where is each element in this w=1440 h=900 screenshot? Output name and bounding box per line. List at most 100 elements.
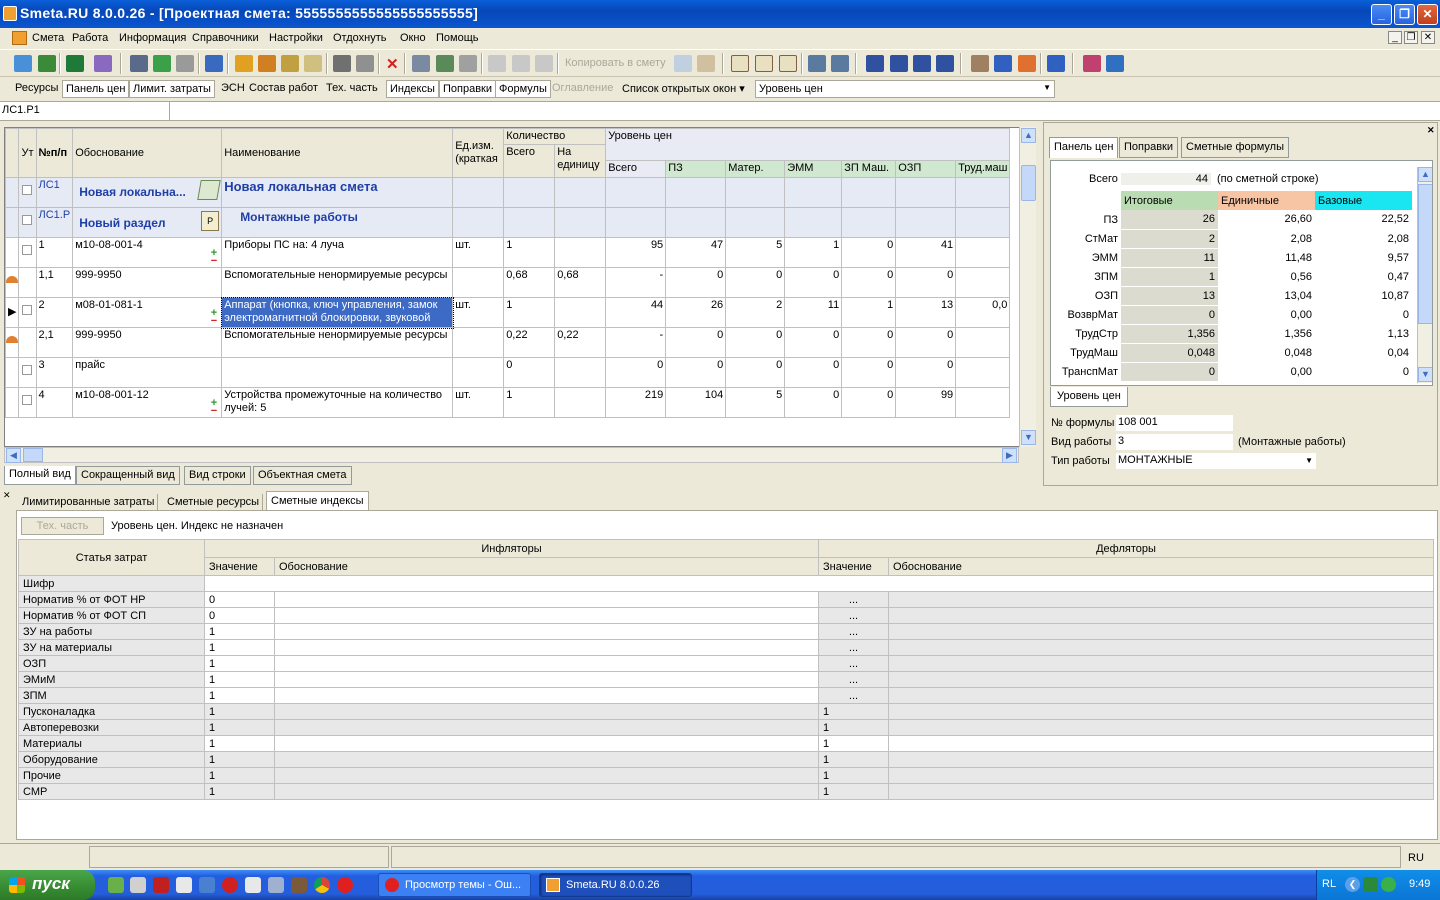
note-icon[interactable] [304, 55, 322, 72]
defl-dots-button[interactable]: ... [818, 671, 889, 688]
row-address[interactable]: ЛС1.Р1 [2, 104, 40, 116]
table-row[interactable]: ЛС1 Новая локальна... Новая локальная см… [5, 177, 1011, 208]
infl-value[interactable]: 1 [204, 655, 275, 672]
defl-dots-button[interactable]: ... [818, 607, 889, 624]
infl-value[interactable]: 1 [204, 703, 275, 720]
tab-indices[interactable]: Индексы [386, 80, 439, 98]
grid-horizontal-scrollbar[interactable]: ◀ ▶ [4, 447, 1019, 463]
find-icon[interactable] [94, 55, 112, 72]
table-row[interactable]: ОЗП 1... [18, 655, 1434, 672]
col-ozp[interactable]: ОЗП [895, 160, 957, 178]
menu-refs[interactable]: Справочники [192, 32, 259, 44]
table-row[interactable]: Шифр [18, 575, 1434, 592]
defl-dots-button[interactable]: ... [818, 687, 889, 704]
table-row[interactable]: 3 прайс 0 0 0 0 0 0 0 [5, 357, 1011, 388]
price-scrollbar[interactable]: ▲ ▼ [1417, 167, 1432, 383]
truck-icon[interactable] [994, 55, 1012, 72]
h-scroll-thumb[interactable] [23, 448, 43, 462]
tab-corrections-right[interactable]: Поправки [1119, 137, 1179, 158]
infl-value[interactable]: 1 [204, 719, 275, 736]
car-icon[interactable] [1047, 55, 1065, 72]
grid-vertical-scrollbar[interactable]: ▲ ▼ [1019, 127, 1036, 447]
tab-estimate-resources[interactable]: Сметные ресурсы [164, 494, 264, 510]
insert-icon[interactable] [38, 55, 56, 72]
print-icon[interactable] [333, 55, 351, 72]
quicklaunch-icon-8[interactable] [291, 877, 307, 893]
table-row[interactable]: Оборудование 1 1 [18, 751, 1434, 768]
code-cell[interactable] [204, 575, 1434, 592]
table-row[interactable]: 2,1 999-9950 Вспомогательные ненормируем… [5, 327, 1011, 358]
recalc-icon[interactable] [205, 55, 223, 72]
paste-icon[interactable] [535, 55, 553, 72]
col-defl-basis[interactable]: Обоснование [888, 557, 1434, 576]
table-row[interactable]: 1,1 999-9950 Вспомогательные ненормируем… [5, 267, 1011, 298]
tab-object-estimate[interactable]: Объектная смета [253, 466, 352, 485]
copy-icon[interactable] [512, 55, 530, 72]
col-mat[interactable]: Матер. [725, 160, 786, 178]
table-row[interactable]: ЗУ на материалы 1... [18, 639, 1434, 656]
books-icon[interactable] [1083, 55, 1101, 72]
col-cost-article[interactable]: Статья затрат [18, 539, 205, 576]
defl-value[interactable]: 1 [818, 703, 889, 720]
checkbox[interactable] [22, 185, 33, 195]
table-row[interactable]: ЛС1.Р Новый раздел Р Монтажные работы [5, 207, 1011, 238]
tool-icon-7[interactable] [674, 55, 692, 72]
table-row[interactable]: ЗПМ 1... [18, 687, 1434, 704]
table-row[interactable]: Прочие 1 1 [18, 767, 1434, 784]
col-qty-total[interactable]: Всего [503, 144, 556, 178]
tool-icon-4[interactable] [412, 55, 430, 72]
yandex-icon[interactable] [337, 877, 353, 893]
worker-icon[interactable] [1018, 55, 1036, 72]
infl-value[interactable]: 1 [204, 687, 275, 704]
minimize-button[interactable]: _ [1371, 4, 1392, 25]
scroll-up-icon[interactable]: ▲ [1418, 167, 1432, 182]
col-emm[interactable]: ЭММ [784, 160, 843, 178]
scroll-up-icon[interactable]: ▲ [1021, 128, 1036, 143]
tab-estimate-indices[interactable]: Сметные индексы [266, 491, 369, 510]
tool-icon-10[interactable] [831, 55, 849, 72]
menu-settings[interactable]: Настройки [269, 32, 323, 44]
checkbox[interactable] [22, 365, 33, 375]
tab-esn[interactable]: ЭСН [218, 80, 248, 98]
tab-tech-part[interactable]: Тех. часть [323, 80, 381, 98]
tray-arrow-icon[interactable]: ❮ [1345, 877, 1360, 892]
copy-to-estimate-button[interactable]: Копировать в смету [565, 57, 666, 69]
section-icon[interactable] [755, 55, 773, 72]
tab-price-level[interactable]: Уровень цен [1050, 387, 1128, 407]
tool-icon-8[interactable] [697, 55, 715, 72]
tab-price-panel-right[interactable]: Панель цен [1049, 137, 1119, 158]
quicklaunch-icon-3[interactable] [153, 877, 169, 893]
menu-help[interactable]: Помощь [436, 32, 479, 44]
open-windows-dropdown[interactable]: Список открытых окон ▾ [619, 80, 748, 98]
delete-icon[interactable]: ✕ [386, 55, 399, 73]
table-row[interactable]: Норматив % от ФОТ СП 0... [18, 607, 1434, 624]
col-qty[interactable]: Количество [503, 128, 607, 145]
col-zpm[interactable]: ЗП Маш. [841, 160, 897, 178]
tool-icon-1[interactable] [235, 55, 253, 72]
infl-value[interactable]: 1 [204, 623, 275, 640]
tool-icon-11[interactable] [971, 55, 989, 72]
app-icon[interactable] [3, 6, 17, 21]
tab-limited-costs[interactable]: Лимитированные затраты [19, 494, 159, 510]
infl-value[interactable]: 1 [204, 639, 275, 656]
undo-icon[interactable] [176, 55, 194, 72]
menu-rest[interactable]: Отдохнуть [333, 32, 387, 44]
table-row[interactable]: ▶ 2 м08-01-081-1 + − Аппарат (кнопка, ключ… [5, 296, 1011, 329]
tab-price-panel[interactable]: Панель цен [62, 80, 130, 98]
scroll-down-icon[interactable]: ▼ [1418, 367, 1432, 382]
menu-rabota[interactable]: Работа [72, 32, 108, 44]
excel-icon[interactable] [66, 55, 84, 72]
table-row[interactable]: ЭМиМ 1... [18, 671, 1434, 688]
row-name-selected[interactable]: Аппарат (кнопка, ключ управления, замок … [220, 296, 454, 329]
quicklaunch-icon-2[interactable] [130, 877, 146, 893]
work-kind-field[interactable]: 3 [1116, 434, 1233, 450]
price-level-select[interactable]: Уровень цен ▼ [755, 80, 1055, 98]
menu-info[interactable]: Информация [119, 32, 186, 44]
checkbox[interactable] [22, 305, 33, 315]
tab-full-view[interactable]: Полный вид [4, 466, 76, 485]
panel-close-icon[interactable]: ✕ [1427, 125, 1435, 136]
menu-window[interactable]: Окно [400, 32, 426, 44]
infl-value[interactable]: 1 [204, 783, 275, 800]
col-deflators[interactable]: Дефляторы [818, 539, 1434, 558]
scroll-down-icon[interactable]: ▼ [1021, 430, 1036, 445]
